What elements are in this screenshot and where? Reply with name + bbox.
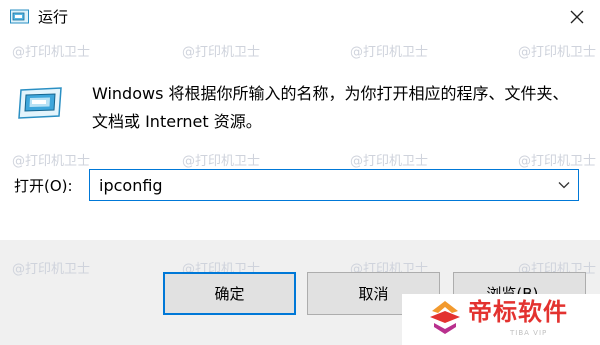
description-text: Windows 将根据你所输入的名称，为你打开相应的程序、文件夹、文档或 Int… bbox=[92, 84, 569, 131]
watermark-text: @打印机卫士 bbox=[518, 45, 597, 60]
open-input[interactable] bbox=[90, 170, 539, 200]
watermark-text: @打印机卫士 bbox=[182, 154, 261, 169]
watermark-text: @打印机卫士 bbox=[350, 154, 429, 169]
brand-name: 帝标软件 bbox=[468, 298, 568, 326]
brand-logo-icon bbox=[430, 301, 460, 334]
ok-button[interactable]: 确定 bbox=[163, 272, 296, 315]
open-label: 打开(O): bbox=[14, 177, 73, 195]
brand-watermark: 帝标软件 TIBA VIP bbox=[402, 294, 600, 345]
run-program-icon bbox=[18, 87, 62, 119]
open-combobox[interactable] bbox=[89, 169, 579, 201]
watermark-text: @打印机卫士 bbox=[182, 45, 261, 60]
watermark-text: @打印机卫士 bbox=[518, 154, 597, 169]
close-icon bbox=[570, 10, 584, 24]
run-dialog-icon bbox=[10, 9, 29, 24]
watermark-text: @打印机卫士 bbox=[12, 45, 91, 60]
dropdown-button[interactable] bbox=[550, 170, 578, 200]
watermark-text: @打印机卫士 bbox=[12, 154, 91, 169]
window-title: 运行 bbox=[38, 8, 69, 26]
watermark-text: @打印机卫士 bbox=[350, 45, 429, 60]
brand-subtitle: TIBA VIP bbox=[510, 329, 548, 337]
title-bar: 运行 bbox=[0, 0, 600, 34]
chevron-down-icon bbox=[558, 182, 570, 189]
close-button[interactable] bbox=[554, 0, 600, 34]
